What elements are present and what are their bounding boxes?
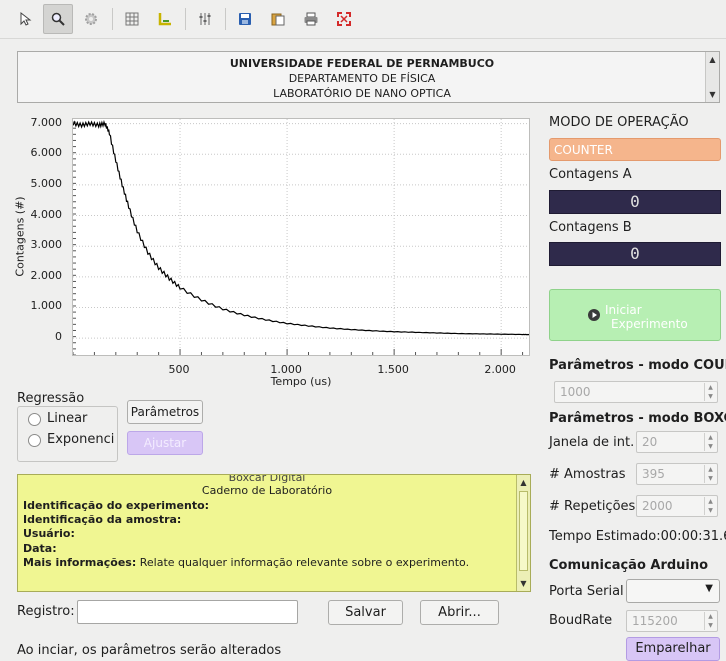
counts-b-display: 0 [549, 242, 721, 266]
notebook-more-info-label: Mais informações: [23, 556, 137, 569]
notebook-title: Caderno de Laboratório [201, 484, 333, 497]
registry-label: Registro: [17, 604, 75, 619]
arduino-title: Comunicação Arduino [549, 558, 709, 573]
notebook-date: Data: [23, 542, 57, 555]
parameters-button[interactable]: Parâmetros [127, 400, 203, 424]
radio-linear[interactable] [28, 413, 41, 426]
spin-arrows-icon[interactable]: ▲ ▼ [704, 497, 716, 515]
scroll-down-icon[interactable]: ▼ [706, 88, 719, 101]
zoom-icon[interactable] [43, 4, 73, 34]
notebook-scroll-down-icon[interactable]: ▼ [517, 577, 530, 590]
start-label-1: Iniciar [605, 303, 642, 317]
counts-a-label: Contagens A [549, 167, 632, 182]
counter-time-value: 1000 [560, 385, 591, 399]
y-tick-label: 1.000 [30, 299, 63, 313]
y-tick-label: 4.000 [30, 207, 63, 221]
start-experiment-button[interactable]: Iniciar Experimento [549, 289, 721, 341]
status-message: Ao inciar, os parâmetros serão alterados [17, 643, 282, 658]
counts-b-label: Contagens B [549, 220, 632, 235]
params-counter-title: Parâmetros - modo COUN [549, 358, 726, 373]
pointer-icon[interactable] [10, 4, 40, 34]
chart [73, 119, 529, 355]
institution-header: UNIVERSIDADE FEDERAL DE PERNAMBUCO DEPAR… [17, 51, 720, 103]
copy-icon[interactable] [263, 4, 293, 34]
y-tick-label: 6.000 [30, 146, 63, 160]
chevron-down-icon: ▼ [705, 583, 713, 594]
mode-title: MODO DE OPERAÇÃO [549, 115, 689, 130]
serial-port-select[interactable]: ▼ [626, 579, 720, 603]
baud-value: 115200 [632, 614, 678, 628]
repeats-spinbox[interactable]: 2000 ▲ ▼ [636, 495, 718, 517]
radio-exponencial[interactable] [28, 434, 41, 447]
radio-linear-label: Linear [47, 411, 88, 426]
notebook-experiment-id: Identificação do experimento: [23, 499, 210, 512]
y-tick-label: 3.000 [30, 238, 63, 252]
estimated-time: Tempo Estimado:00:00:31.6 [549, 529, 726, 544]
university-name: UNIVERSIDADE FEDERAL DE PERNAMBUCO [229, 57, 495, 70]
gear-icon[interactable] [76, 4, 106, 34]
y-tick-label: 0 [55, 330, 62, 344]
window-spinbox[interactable]: 20 ▲ ▼ [636, 431, 718, 453]
x-axis-label: Tempo (us) [270, 375, 332, 388]
laboratory-name: LABORATÓRIO DE NANO OPTICA [273, 87, 451, 100]
notebook-sample-id: Identificação da amostra: [23, 513, 182, 526]
samples-value: 395 [642, 467, 665, 481]
y-tick-label: 5.000 [30, 176, 63, 190]
repeats-label: # Repetições [549, 499, 636, 514]
print-icon[interactable] [296, 4, 326, 34]
notebook-user: Usuário: [23, 527, 75, 540]
open-button[interactable]: Abrir... [420, 600, 499, 625]
counts-a-display: 0 [549, 190, 721, 214]
radio-exponencial-label: Exponenci [47, 432, 115, 447]
mode-select[interactable]: COUNTER [549, 138, 721, 161]
spin-arrows-icon[interactable]: ▲ ▼ [704, 383, 716, 401]
plot-area[interactable] [72, 118, 530, 356]
toolbar [0, 0, 726, 39]
samples-spinbox[interactable]: 395 ▲ ▼ [636, 463, 718, 485]
header-scrollbar[interactable]: ▲ ▼ [705, 52, 719, 102]
start-label-2: Experimento [611, 317, 688, 331]
spin-arrows-icon[interactable]: ▲ ▼ [704, 612, 716, 630]
baud-spinbox[interactable]: 115200 ▲ ▼ [626, 610, 718, 632]
play-icon [588, 309, 600, 321]
scroll-up-icon[interactable]: ▲ [706, 53, 719, 66]
regression-group: Linear Exponenci [17, 406, 118, 462]
params-boxcar-title: Parâmetros - modo BOXCA [549, 411, 726, 426]
save-button[interactable]: Salvar [328, 600, 403, 625]
notebook-scrollbar[interactable]: ▲ ▼ [516, 475, 530, 591]
spin-arrows-icon[interactable]: ▲ ▼ [704, 433, 716, 451]
notebook-more-info: Mais informações: Relate qualquer inform… [23, 556, 469, 570]
axis-icon[interactable] [150, 4, 180, 34]
lab-notebook[interactable]: Boxcar Digital Caderno de Laboratório Id… [17, 474, 531, 592]
baud-label: BoudRate [549, 613, 613, 628]
registry-input[interactable] [77, 600, 298, 624]
regression-title: Regressão [17, 391, 85, 406]
sliders-icon[interactable] [190, 4, 220, 34]
serial-port-label: Porta Serial [549, 584, 624, 599]
grid [73, 119, 529, 355]
department-name: DEPARTAMENTO DE FÍSICA [288, 72, 436, 85]
save-icon[interactable] [230, 4, 260, 34]
fit-button[interactable]: Ajustar [127, 431, 203, 455]
window-value: 20 [642, 435, 658, 449]
y-tick-label: 7.000 [30, 115, 63, 129]
notebook-more-info-text: Relate qualquer informação relevante sob… [136, 556, 470, 569]
spin-arrows-icon[interactable]: ▲ ▼ [704, 465, 716, 483]
notebook-scroll-up-icon[interactable]: ▲ [517, 476, 530, 489]
counter-time-spinbox[interactable]: 1000 ▲ ▼ [554, 381, 718, 403]
fullscreen-icon[interactable] [329, 4, 359, 34]
notebook-scroll-thumb[interactable] [519, 491, 528, 571]
window-label: Janela de int. [549, 435, 635, 450]
grid-icon[interactable] [117, 4, 147, 34]
pair-button[interactable]: Emparelhar [626, 637, 720, 661]
repeats-value: 2000 [642, 499, 673, 513]
samples-label: # Amostras [549, 467, 626, 482]
y-tick-label: 2.000 [30, 268, 63, 282]
